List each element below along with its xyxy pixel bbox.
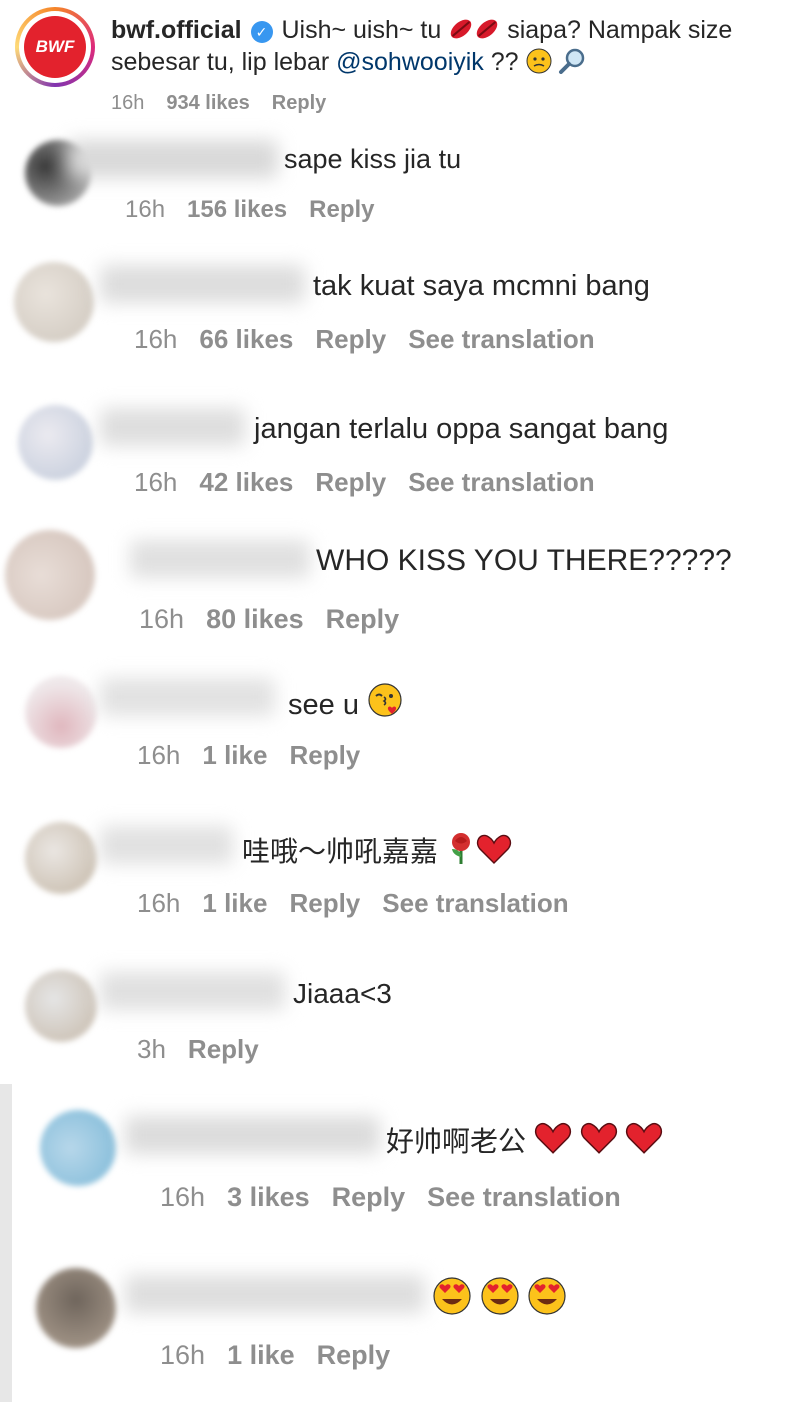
comment-time: 16h xyxy=(125,196,166,223)
comment-text: jangan terlalu oppa sangat bang xyxy=(254,413,669,445)
comment-time: 16h xyxy=(160,1340,206,1370)
comment-meta: 16h 1 like Reply See translation xyxy=(137,888,591,919)
caption-text-c: sebesar tu, lip lebar xyxy=(111,48,330,76)
bwf-avatar[interactable]: BWF xyxy=(15,7,95,87)
blurred-username[interactable] xyxy=(100,972,285,1010)
post-likes[interactable]: 934 likes xyxy=(166,92,249,115)
comment-time: 16h xyxy=(137,888,181,918)
see-translation-link[interactable]: See translation xyxy=(382,888,568,919)
comment-text: 哇哦～帅吼嘉嘉 xyxy=(242,836,439,867)
avatar[interactable] xyxy=(25,676,97,748)
comment-text: 好帅啊老公 xyxy=(386,1126,527,1157)
comment-likes[interactable]: 3 likes xyxy=(227,1182,310,1213)
comment-time: 3h xyxy=(137,1034,166,1064)
avatar[interactable] xyxy=(25,970,97,1042)
caption-line-1: bwf.official ✓ Uish~ uish~ tu siapa? Nam… xyxy=(111,16,732,49)
comment-text: see u xyxy=(288,689,359,721)
heart-eyes-emoji xyxy=(527,1276,567,1323)
reply-button[interactable]: Reply xyxy=(317,1340,391,1371)
comment-text: tak kuat saya mcmni bang xyxy=(313,270,650,302)
comment-likes[interactable]: 66 likes xyxy=(199,324,293,355)
reply-button[interactable]: Reply xyxy=(289,740,360,771)
comment-meta: 3h Reply xyxy=(137,1034,281,1065)
see-translation-link[interactable]: See translation xyxy=(408,324,594,355)
comment-text: Jiaaa<3 xyxy=(293,978,392,1009)
blurred-username[interactable] xyxy=(130,540,310,578)
comment-likes[interactable]: 42 likes xyxy=(199,467,293,498)
comment-meta: 16h 66 likes Reply See translation xyxy=(134,324,617,355)
reply-button[interactable]: Reply xyxy=(309,196,374,224)
reply-button[interactable]: Reply xyxy=(315,467,386,498)
reply-button[interactable]: Reply xyxy=(289,888,360,919)
blurred-username[interactable] xyxy=(125,1116,380,1154)
reply-button[interactable]: Reply xyxy=(332,1182,406,1213)
comment-meta: 16h 42 likes Reply See translation xyxy=(134,467,617,498)
blurred-username[interactable] xyxy=(100,826,233,864)
confused-face-emoji xyxy=(526,48,552,81)
comment-meta: 16h 80 likes Reply xyxy=(139,604,421,635)
reply-button[interactable]: Reply xyxy=(188,1034,259,1065)
comment-line xyxy=(432,1276,567,1323)
heart-eyes-emoji xyxy=(480,1276,520,1323)
comment-line: see u xyxy=(288,682,403,726)
caption-text-a: Uish~ uish~ tu xyxy=(281,16,442,44)
comment-meta: 16h 1 like Reply xyxy=(137,740,382,771)
comment-time: 16h xyxy=(139,604,185,634)
comment-meta: 16h 1 like Reply xyxy=(160,1340,412,1371)
comment-likes[interactable]: 1 like xyxy=(227,1340,295,1371)
avatar[interactable] xyxy=(40,1110,116,1186)
rose-emoji xyxy=(446,831,476,872)
kiss-face-emoji xyxy=(367,682,403,726)
post-username[interactable]: bwf.official xyxy=(111,16,242,44)
comment-text: sape kiss jia tu xyxy=(284,144,462,174)
post-reply-button[interactable]: Reply xyxy=(272,92,326,115)
see-translation-link[interactable]: See translation xyxy=(408,467,594,498)
comment-line: 哇哦～帅吼嘉嘉 xyxy=(242,830,512,872)
heart-emoji xyxy=(580,1121,618,1162)
blurred-username[interactable] xyxy=(100,678,275,716)
comment-meta: 16h 3 likes Reply See translation xyxy=(160,1182,643,1213)
comment-time: 16h xyxy=(134,324,178,354)
comment-text: WHO KISS YOU THERE????? xyxy=(316,544,732,577)
comment-time: 16h xyxy=(134,467,178,497)
comment-meta: 16h 156 likes Reply xyxy=(125,196,397,224)
comment-line: 好帅啊老公 xyxy=(386,1120,663,1162)
comment-time: 16h xyxy=(160,1182,206,1212)
lips-emoji xyxy=(448,16,500,49)
see-translation-link[interactable]: See translation xyxy=(427,1182,621,1213)
bwf-logo: BWF xyxy=(24,16,86,78)
comment-time: 16h xyxy=(137,740,181,770)
comment-likes[interactable]: 1 like xyxy=(202,740,267,771)
blurred-username[interactable] xyxy=(68,140,278,178)
avatar[interactable] xyxy=(25,822,97,894)
heart-emoji xyxy=(476,833,512,872)
reply-button[interactable]: Reply xyxy=(326,604,400,635)
avatar[interactable] xyxy=(36,1268,116,1348)
avatar[interactable] xyxy=(14,262,94,342)
blurred-username[interactable] xyxy=(100,408,245,446)
thread-divider xyxy=(0,1084,12,1402)
reply-button[interactable]: Reply xyxy=(315,324,386,355)
verified-badge-icon: ✓ xyxy=(250,21,273,43)
heart-emoji xyxy=(534,1121,572,1162)
caption-text-d: ?? xyxy=(490,48,519,76)
heart-eyes-emoji xyxy=(432,1276,472,1323)
blurred-username[interactable] xyxy=(125,1275,425,1313)
caption-line-2: sebesar tu, lip lebar @sohwooiyik ?? xyxy=(111,48,586,81)
comment-likes[interactable]: 156 likes xyxy=(187,196,287,224)
comment-likes[interactable]: 1 like xyxy=(202,888,267,919)
avatar[interactable] xyxy=(5,530,95,620)
blurred-username[interactable] xyxy=(100,265,305,303)
heart-emoji xyxy=(625,1121,663,1162)
post-meta: 16h 934 likes Reply xyxy=(111,92,348,115)
magnifier-emoji xyxy=(558,48,586,81)
mention-link[interactable]: @sohwooiyik xyxy=(336,48,484,76)
avatar[interactable] xyxy=(18,405,93,480)
caption-text-b: siapa? Nampak size xyxy=(507,16,733,44)
post-time: 16h xyxy=(111,92,145,114)
comment-likes[interactable]: 80 likes xyxy=(206,604,304,635)
